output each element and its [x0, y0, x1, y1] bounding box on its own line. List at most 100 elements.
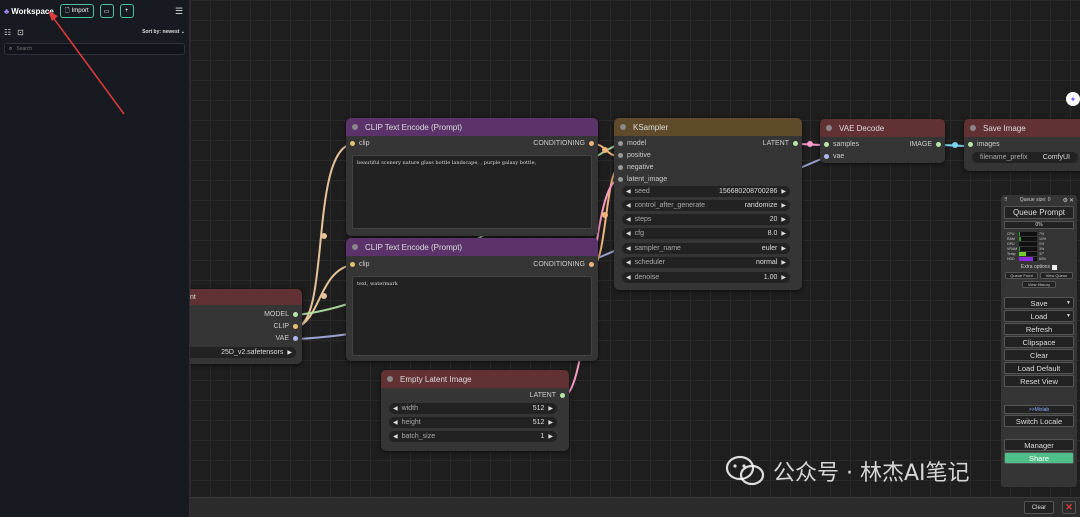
left-arrow-icon[interactable]: ◀: [626, 230, 631, 237]
right-arrow-icon[interactable]: ▶: [548, 405, 553, 412]
input-samples[interactable]: samples: [824, 141, 859, 148]
left-arrow-icon[interactable]: ◀: [393, 405, 398, 412]
save-image-node[interactable]: Save Image images filename_prefix ComfyUI: [964, 119, 1080, 171]
mixlab-button[interactable]: >>Mixlab: [1004, 405, 1074, 414]
import-button[interactable]: 🗋 Import: [59, 4, 94, 18]
close-icon[interactable]: ✕: [1069, 197, 1074, 204]
drag-handle-icon[interactable]: ⠿: [1004, 197, 1008, 203]
output-clip[interactable]: CLIP: [273, 323, 298, 330]
right-arrow-icon[interactable]: ▶: [781, 274, 786, 281]
assistant-float-icon[interactable]: ✦: [1066, 92, 1080, 106]
output-conditioning[interactable]: CONDITIONING: [533, 140, 594, 147]
menu-icon[interactable]: ☰: [173, 6, 185, 17]
load-default-button[interactable]: Load Default: [1004, 362, 1074, 374]
right-arrow-icon[interactable]: ▶: [287, 349, 292, 356]
open-folder-button[interactable]: ▭: [99, 4, 114, 18]
input-clip[interactable]: clip: [350, 140, 370, 147]
right-arrow-icon[interactable]: ▶: [781, 230, 786, 237]
collapse-dot-icon[interactable]: [352, 244, 358, 250]
view-queue-button[interactable]: View Queue: [1040, 272, 1073, 279]
scheduler-widget[interactable]: ◀ scheduler normal ▶: [622, 257, 790, 268]
workspace-title[interactable]: ♣ Workspace: [4, 7, 54, 16]
dropdown-arrow-icon[interactable]: ▼: [1066, 300, 1071, 306]
prompt-textarea[interactable]: beautiful scenery nature glass bottle la…: [352, 155, 592, 229]
save-button[interactable]: Save ▼: [1004, 297, 1074, 309]
input-model[interactable]: model: [618, 140, 646, 147]
output-vae[interactable]: VAE: [276, 335, 298, 342]
left-arrow-icon[interactable]: ◀: [393, 433, 398, 440]
clip-text-encode-positive-node[interactable]: CLIP Text Encode (Prompt) clip CONDITION…: [346, 118, 598, 236]
ckpt-name-widget[interactable]: 25D_v2.safetensors ▶: [190, 347, 296, 358]
clipspace-button[interactable]: Clipspace: [1004, 336, 1074, 348]
gear-icon[interactable]: ⚙: [1063, 197, 1068, 204]
left-arrow-icon[interactable]: ◀: [393, 419, 398, 426]
left-arrow-icon[interactable]: ◀: [626, 274, 631, 281]
collapse-dot-icon[interactable]: [352, 124, 358, 130]
right-arrow-icon[interactable]: ▶: [548, 419, 553, 426]
input-latent-image[interactable]: latent_image: [618, 176, 667, 183]
right-arrow-icon[interactable]: ▶: [781, 188, 786, 195]
switch-locale-button[interactable]: Switch Locale: [1004, 415, 1074, 427]
clear-button[interactable]: Clear: [1024, 501, 1054, 514]
left-arrow-icon[interactable]: ◀: [626, 188, 631, 195]
empty-latent-image-node[interactable]: Empty Latent Image LATENT ◀ width 512 ▶ ◀ he…: [381, 370, 569, 451]
input-clip[interactable]: clip: [350, 261, 370, 268]
left-arrow-icon[interactable]: ◀: [626, 245, 631, 252]
dropdown-arrow-icon[interactable]: ▼: [1066, 313, 1071, 319]
manager-button[interactable]: Manager: [1004, 439, 1074, 451]
output-latent[interactable]: LATENT: [530, 392, 565, 399]
output-model[interactable]: MODEL: [264, 311, 298, 318]
input-negative[interactable]: negative: [618, 164, 653, 171]
input-positive[interactable]: positive: [618, 152, 651, 159]
extra-options-checkbox[interactable]: [1052, 264, 1058, 270]
queue-prompt-button[interactable]: Queue Prompt: [1004, 206, 1074, 219]
right-arrow-icon[interactable]: ▶: [781, 245, 786, 252]
left-arrow-icon[interactable]: ◀: [626, 259, 631, 266]
input-images[interactable]: images: [968, 141, 1000, 148]
right-arrow-icon[interactable]: ▶: [781, 216, 786, 223]
batch-size-widget[interactable]: ◀ batch_size 1 ▶: [389, 431, 557, 442]
refresh-button[interactable]: Refresh: [1004, 323, 1074, 335]
output-conditioning[interactable]: CONDITIONING: [533, 261, 594, 268]
prompt-textarea[interactable]: text, watermark: [352, 276, 592, 356]
queue-front-button[interactable]: Queue Front: [1005, 272, 1038, 279]
output-image[interactable]: IMAGE: [909, 141, 941, 148]
seed-widget[interactable]: ◀ seed 156680208700286 ▶: [622, 186, 790, 197]
checkpoint-loader-node[interactable]: nt MODEL CLIP VAE 25D_v2.safetensors ▶: [190, 289, 302, 364]
load-button[interactable]: Load ▼: [1004, 310, 1074, 322]
ksampler-node[interactable]: KSampler model positive negative latent_…: [614, 118, 802, 290]
control-after-generate-widget[interactable]: ◀ control_after_generate randomize ▶: [622, 200, 790, 211]
left-arrow-icon[interactable]: ◀: [626, 202, 631, 209]
collapse-dot-icon[interactable]: [387, 376, 393, 382]
search-box[interactable]: ⌕: [4, 43, 185, 55]
right-arrow-icon[interactable]: ▶: [548, 433, 553, 440]
vae-decode-node[interactable]: VAE Decode samples vae IMAGE: [820, 119, 945, 163]
view-history-button[interactable]: View History: [1022, 281, 1056, 288]
width-widget[interactable]: ◀ width 512 ▶: [389, 403, 557, 414]
collapse-dot-icon[interactable]: [826, 125, 832, 131]
close-icon[interactable]: ✕: [1062, 501, 1076, 514]
collapse-dot-icon[interactable]: [620, 124, 626, 130]
new-folder-icon[interactable]: ⊡: [17, 28, 24, 37]
cfg-widget[interactable]: ◀ cfg 8.0 ▶: [622, 228, 790, 239]
filename-prefix-widget[interactable]: filename_prefix ComfyUI: [972, 152, 1078, 163]
list-icon[interactable]: ☷: [4, 28, 11, 37]
right-arrow-icon[interactable]: ▶: [781, 202, 786, 209]
height-widget[interactable]: ◀ height 512 ▶: [389, 417, 557, 428]
steps-widget[interactable]: ◀ steps 20 ▶: [622, 214, 790, 225]
search-input[interactable]: [16, 46, 167, 52]
clip-text-encode-negative-node[interactable]: CLIP Text Encode (Prompt) clip CONDITION…: [346, 238, 598, 361]
clear-workflow-button[interactable]: Clear: [1004, 349, 1074, 361]
reset-view-button[interactable]: Reset View: [1004, 375, 1074, 387]
sort-selector[interactable]: Sort by: newest ⌄: [142, 29, 185, 35]
share-button[interactable]: Share: [1004, 452, 1074, 464]
stat-fill: [1019, 246, 1020, 251]
input-vae[interactable]: vae: [824, 153, 844, 160]
right-arrow-icon[interactable]: ▶: [781, 259, 786, 266]
left-arrow-icon[interactable]: ◀: [626, 216, 631, 223]
denoise-widget[interactable]: ◀ denoise 1.00 ▶: [622, 272, 790, 283]
collapse-dot-icon[interactable]: [970, 125, 976, 131]
output-latent[interactable]: LATENT: [763, 140, 798, 147]
new-workflow-button[interactable]: +: [119, 4, 134, 18]
sampler-name-widget[interactable]: ◀ sampler_name euler ▶: [622, 243, 790, 254]
